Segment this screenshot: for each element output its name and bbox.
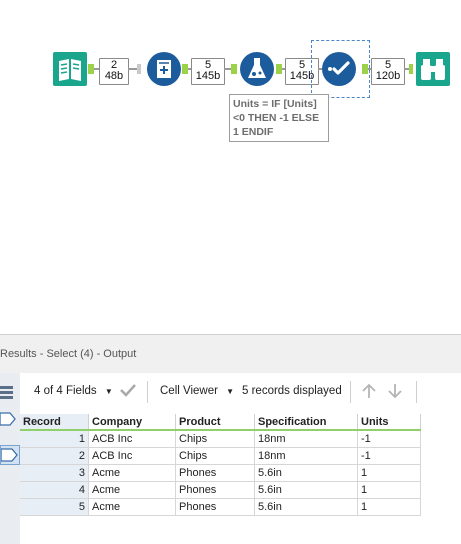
records-displayed: 5 records displayed <box>242 385 342 397</box>
table-row[interactable]: 4 Acme Phones 5.6in 1 <box>20 481 421 499</box>
table-row[interactable]: 1 ACB Inc Chips 18nm -1 <box>20 430 421 448</box>
formula-tool[interactable] <box>240 52 274 86</box>
list-view-icon[interactable] <box>0 385 14 401</box>
column-header-units[interactable]: Units <box>357 414 421 431</box>
table-cell[interactable]: Chips <box>175 447 255 465</box>
table-cell[interactable]: Acme <box>88 481 176 499</box>
column-header-record[interactable]: Record <box>20 414 89 431</box>
column-header-specification[interactable]: Specification <box>254 414 358 431</box>
chevron-down-icon: ▼ <box>104 387 113 396</box>
formula-annotation: Units = IF [Units] <0 THEN -1 ELSE 1 END… <box>229 94 329 142</box>
browse-tool[interactable] <box>416 52 450 86</box>
table-cell[interactable]: Acme <box>88 464 176 482</box>
record-count-badge: 5 145b <box>191 58 225 85</box>
checkmark-icon <box>322 52 356 86</box>
form-plus-icon <box>147 52 181 86</box>
cell-viewer-dropdown[interactable]: Cell Viewer ▼ <box>160 385 234 397</box>
toolbar-divider <box>350 381 351 403</box>
output-anchor-icon[interactable] <box>0 445 20 465</box>
apply-check-icon[interactable] <box>120 383 136 400</box>
cell-viewer-label: Cell Viewer <box>160 385 218 397</box>
record-cell[interactable]: 3 <box>20 464 89 482</box>
table-cell[interactable]: Acme <box>88 498 176 516</box>
results-toolbar: 4 of 4 Fields ▼ Cell Viewer ▼ 5 records … <box>20 373 461 411</box>
table-cell[interactable]: ACB Inc <box>88 430 176 448</box>
workflow-canvas[interactable]: 2 48b 5 145b 5 145b 5 120b Units = IF [U… <box>0 0 461 333</box>
record-count-badge: 5 120b <box>371 58 405 85</box>
column-header-product[interactable]: Product <box>175 414 255 431</box>
record-cell[interactable]: 5 <box>20 498 89 516</box>
header-row: Record Company Product Specification Uni… <box>20 414 421 431</box>
fields-dropdown[interactable]: 4 of 4 Fields ▼ <box>34 385 113 397</box>
flask-icon <box>240 52 274 86</box>
book-icon <box>53 52 87 86</box>
results-title: Results - Select (4) - Output <box>0 348 137 360</box>
table-cell[interactable]: ACB Inc <box>88 447 176 465</box>
binoculars-icon <box>416 52 450 86</box>
arrow-up-icon[interactable] <box>362 383 376 402</box>
table-cell[interactable]: 5.6in <box>254 498 358 516</box>
table-cell[interactable]: 1 <box>357 498 421 516</box>
input-anchor[interactable] <box>231 64 237 74</box>
input-data-tool[interactable] <box>53 52 87 86</box>
table-cell[interactable]: Phones <box>175 464 255 482</box>
select-tool[interactable] <box>322 52 356 86</box>
results-grid: Record Company Product Specification Uni… <box>20 414 421 516</box>
column-header-company[interactable]: Company <box>88 414 176 431</box>
table-row[interactable]: 2 ACB Inc Chips 18nm -1 <box>20 447 421 465</box>
table-cell[interactable]: 18nm <box>254 430 358 448</box>
record-cell[interactable]: 1 <box>20 430 89 448</box>
table-row[interactable]: 3 Acme Phones 5.6in 1 <box>20 464 421 482</box>
table-cell[interactable]: 18nm <box>254 447 358 465</box>
results-title-bar: Results - Select (4) - Output <box>0 334 461 374</box>
table-cell[interactable]: 5.6in <box>254 464 358 482</box>
table-cell[interactable]: Phones <box>175 481 255 499</box>
chevron-down-icon: ▼ <box>226 387 235 396</box>
table-cell[interactable]: 1 <box>357 464 421 482</box>
results-side-bar <box>0 373 20 544</box>
fields-label: 4 of 4 Fields <box>34 385 97 397</box>
input-anchor[interactable] <box>409 64 413 74</box>
table-cell[interactable]: 1 <box>357 481 421 499</box>
toolbar-divider <box>147 381 148 403</box>
table-cell[interactable]: Phones <box>175 498 255 516</box>
record-count-badge: 2 48b <box>99 58 129 85</box>
table-cell[interactable]: -1 <box>357 430 421 448</box>
record-cell[interactable]: 4 <box>20 481 89 499</box>
table-cell[interactable]: -1 <box>357 447 421 465</box>
record-cell[interactable]: 2 <box>20 447 89 465</box>
arrow-down-icon[interactable] <box>388 383 402 402</box>
table-row[interactable]: 5 Acme Phones 5.6in 1 <box>20 498 421 516</box>
table-cell[interactable]: 5.6in <box>254 481 358 499</box>
formula-input-tool[interactable] <box>147 52 181 86</box>
toolbar-divider <box>416 381 417 403</box>
table-cell[interactable]: Chips <box>175 430 255 448</box>
input-anchor-icon[interactable] <box>0 411 18 427</box>
input-anchor[interactable] <box>137 64 141 74</box>
